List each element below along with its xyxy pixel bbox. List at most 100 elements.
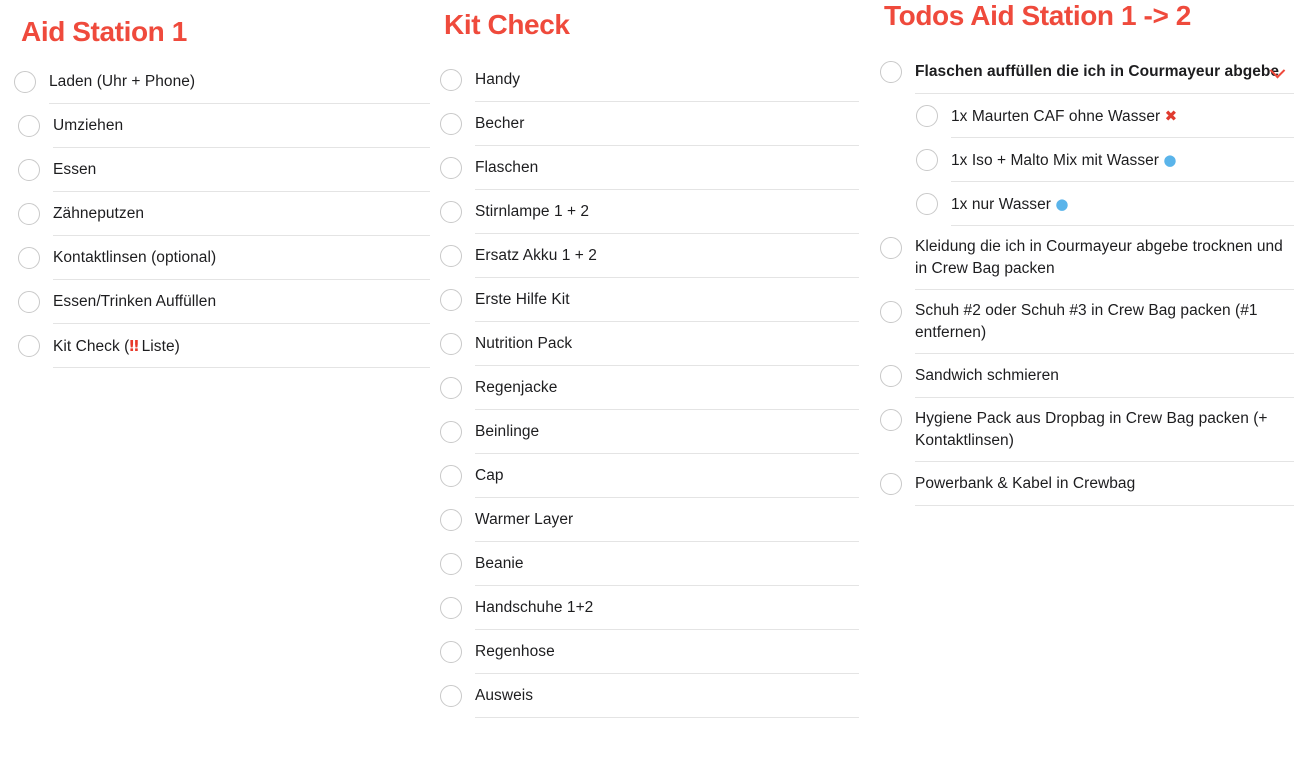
checkbox-circle-icon[interactable] (880, 365, 902, 387)
list-item[interactable]: Laden (Uhr + Phone) (14, 60, 430, 104)
checkbox-circle-icon[interactable] (440, 201, 462, 223)
list-item[interactable]: Ersatz Akku 1 + 2 (440, 234, 870, 278)
list-item[interactable]: 1x nur Wasser ● (880, 182, 1294, 226)
list-item-label: Powerbank & Kabel in Crewbag (915, 475, 1136, 492)
checkbox-circle-icon[interactable] (440, 377, 462, 399)
checkbox-circle-icon[interactable] (440, 289, 462, 311)
list-item[interactable]: Becher (440, 102, 870, 146)
list-item[interactable]: Schuh #2 oder Schuh #3 in Crew Bag packe… (880, 290, 1294, 354)
list-item-label: Ausweis (475, 687, 534, 704)
checkbox-circle-icon[interactable] (880, 237, 902, 259)
list-item-body: Powerbank & Kabel in Crewbag (915, 462, 1294, 506)
list-item[interactable]: Sandwich schmieren (880, 354, 1294, 398)
checkbox-circle-icon[interactable] (880, 61, 902, 83)
list-item-body: Schuh #2 oder Schuh #3 in Crew Bag packe… (915, 290, 1294, 354)
list-item-body: Ausweis (475, 674, 859, 718)
double-exclamation-icon: ‼ (129, 336, 138, 355)
list-item[interactable]: Stirnlampe 1 + 2 (440, 190, 870, 234)
list-item-label: Erste Hilfe Kit (475, 291, 570, 308)
list-item-body: Kit Check (‼ Liste) (53, 324, 430, 368)
checkbox-circle-icon[interactable] (440, 157, 462, 179)
list-item[interactable]: Umziehen (14, 104, 430, 148)
list-item-label: Laden (Uhr + Phone) (49, 73, 196, 90)
list-item-label: Beanie (475, 555, 524, 572)
column-title-todos: Todos Aid Station 1 -> 2 (884, 0, 1191, 31)
list-item[interactable]: Hygiene Pack aus Dropbag in Crew Bag pac… (880, 398, 1294, 462)
list-item[interactable]: Regenhose (440, 630, 870, 674)
list-item-label: Nutrition Pack (475, 335, 573, 352)
checkbox-circle-icon[interactable] (440, 685, 462, 707)
checkbox-circle-icon[interactable] (440, 245, 462, 267)
checkbox-circle-icon[interactable] (440, 421, 462, 443)
list-item[interactable]: Beinlinge (440, 410, 870, 454)
list-item[interactable]: 1x Iso + Malto Mix mit Wasser ● (880, 138, 1294, 182)
list-item-label: 1x Maurten CAF ohne Wasser ✖ (951, 106, 1178, 125)
list-item[interactable]: Erste Hilfe Kit (440, 278, 870, 322)
checkbox-circle-icon[interactable] (18, 291, 40, 313)
list-item[interactable]: Cap (440, 454, 870, 498)
list-item-label: Essen/Trinken Auffüllen (53, 293, 217, 310)
checkbox-circle-icon[interactable] (440, 553, 462, 575)
checkbox-circle-icon[interactable] (916, 105, 938, 127)
list-item[interactable]: Kontaktlinsen (optional) (14, 236, 430, 280)
list-item[interactable]: Powerbank & Kabel in Crewbag (880, 462, 1294, 506)
column-todos-aid-station-1-to-2: Todos Aid Station 1 -> 2 Flaschen auffül… (870, 0, 1294, 506)
checkbox-circle-icon[interactable] (440, 465, 462, 487)
list-item-body: Nutrition Pack (475, 322, 859, 366)
checkbox-circle-icon[interactable] (14, 71, 36, 93)
checkbox-circle-icon[interactable] (440, 113, 462, 135)
list-item-body: Regenhose (475, 630, 859, 674)
list-item-label: Regenhose (475, 643, 555, 660)
checkbox-circle-icon[interactable] (18, 159, 40, 181)
list-item[interactable]: 1x Maurten CAF ohne Wasser ✖ (880, 94, 1294, 138)
list-item-parent[interactable]: Flaschen auffüllen die ich in Courmayeur… (880, 50, 1294, 94)
list-item[interactable]: Handy (440, 58, 870, 102)
list-item[interactable]: Kleidung die ich in Courmayeur abgebe tr… (880, 226, 1294, 290)
checkbox-circle-icon[interactable] (880, 409, 902, 431)
list-item-label: Handy (475, 71, 521, 88)
list-item[interactable]: Zähneputzen (14, 192, 430, 236)
list-item-label: Umziehen (53, 117, 124, 134)
checkbox-circle-icon[interactable] (440, 597, 462, 619)
checkbox-circle-icon[interactable] (916, 149, 938, 171)
list-item[interactable]: Handschuhe 1+2 (440, 586, 870, 630)
checkbox-circle-icon[interactable] (440, 641, 462, 663)
list-item-label: 1x nur Wasser ● (951, 194, 1069, 213)
list-item[interactable]: Warmer Layer (440, 498, 870, 542)
column-title-kit-check: Kit Check (444, 9, 570, 40)
list-item-label: Stirnlampe 1 + 2 (475, 203, 590, 220)
checkbox-circle-icon[interactable] (916, 193, 938, 215)
list-item[interactable]: Flaschen (440, 146, 870, 190)
checkbox-circle-icon[interactable] (18, 247, 40, 269)
checklist-board: Aid Station 1 Laden (Uhr + Phone) Umzieh… (0, 0, 1294, 765)
list-item-label: Cap (475, 467, 504, 484)
checkbox-circle-icon[interactable] (440, 333, 462, 355)
list-item-label: Zähneputzen (53, 205, 145, 222)
checkbox-circle-icon[interactable] (18, 203, 40, 225)
list-item-label: Hygiene Pack aus Dropbag in Crew Bag pac… (915, 410, 1268, 449)
list-item[interactable]: Ausweis (440, 674, 870, 718)
list-item-body: Hygiene Pack aus Dropbag in Crew Bag pac… (915, 398, 1294, 462)
checkbox-circle-icon[interactable] (440, 69, 462, 91)
checkbox-circle-icon[interactable] (880, 473, 902, 495)
list-item[interactable]: Kit Check (‼ Liste) (14, 324, 430, 368)
list-item[interactable]: Beanie (440, 542, 870, 586)
cross-mark-icon: ✖ (1164, 106, 1178, 125)
checkbox-circle-icon[interactable] (880, 301, 902, 323)
list-item-body: Erste Hilfe Kit (475, 278, 859, 322)
list-item[interactable]: Essen (14, 148, 430, 192)
column-kit-check: Kit Check Handy Becher Flaschen Stirnlam… (430, 0, 870, 718)
list-item[interactable]: Nutrition Pack (440, 322, 870, 366)
checkbox-circle-icon[interactable] (18, 115, 40, 137)
list-item[interactable]: Essen/Trinken Auffüllen (14, 280, 430, 324)
chevron-down-icon[interactable] (1268, 62, 1286, 82)
list-item-body: Umziehen (53, 104, 430, 148)
list-item-body: Handschuhe 1+2 (475, 586, 859, 630)
checkbox-circle-icon[interactable] (440, 509, 462, 531)
checkbox-circle-icon[interactable] (18, 335, 40, 357)
list-item-body: Essen/Trinken Auffüllen (53, 280, 430, 324)
list-item-body: Sandwich schmieren (915, 354, 1294, 398)
list-item[interactable]: Regenjacke (440, 366, 870, 410)
list-item-label: 1x Iso + Malto Mix mit Wasser ● (951, 150, 1177, 169)
list-item-label: Sandwich schmieren (915, 367, 1059, 384)
